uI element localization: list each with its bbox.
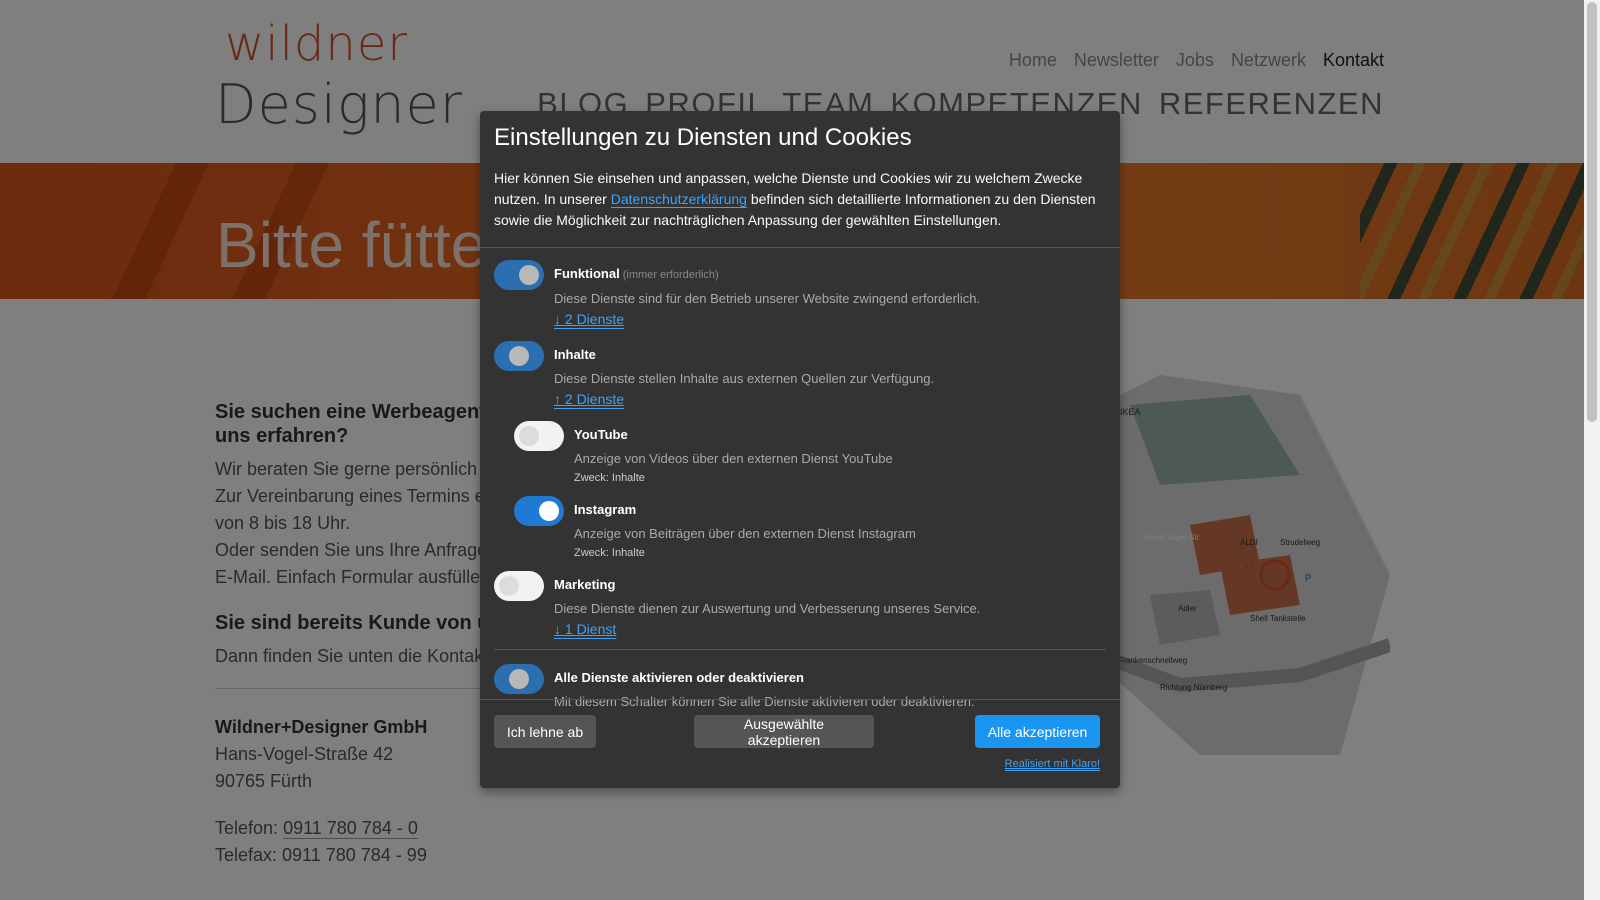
toggle-instagram[interactable] xyxy=(514,496,564,526)
modal-body: Funktional (immer erforderlich) Diese Die… xyxy=(480,248,1120,711)
modal-footer: Ich lehne ab Ausgewählte akzeptieren All… xyxy=(480,699,1120,788)
toggle-all-services[interactable] xyxy=(494,664,544,694)
divider xyxy=(494,649,1106,650)
purpose-description: Diese Dienste sind für den Betrieb unser… xyxy=(554,291,981,306)
service-youtube: YouTube Anzeige von Videos über den exte… xyxy=(514,421,1106,484)
service-description: Anzeige von Videos über den externen Die… xyxy=(574,451,893,466)
cookie-consent-modal: Einstellungen zu Diensten und Cookies Hi… xyxy=(480,111,1120,788)
purpose-title: Funktional (immer erforderlich) xyxy=(554,260,1106,284)
purpose-funktional: Funktional (immer erforderlich) Diese Die… xyxy=(494,260,1106,329)
purpose-description: Diese Dienste stellen Inhalte aus extern… xyxy=(554,371,935,386)
toggle-knob xyxy=(499,576,519,596)
scrollbar[interactable] xyxy=(1584,0,1600,900)
decline-button[interactable]: Ich lehne ab xyxy=(494,715,596,748)
toggle-all-title: Alle Dienste aktivieren oder deaktiviere… xyxy=(554,670,804,685)
purpose-description: Diese Dienste dienen zur Auswertung und … xyxy=(554,601,981,616)
powered-by-klaro-link[interactable]: Realisiert mit Klaro! xyxy=(1004,758,1100,771)
toggle-marketing[interactable] xyxy=(494,571,544,601)
toggle-knob xyxy=(519,265,539,285)
required-note: (immer erforderlich) xyxy=(622,269,719,281)
modal-header: Einstellungen zu Diensten und Cookies Hi… xyxy=(480,111,1120,248)
toggle-knob xyxy=(519,426,539,446)
privacy-policy-link[interactable]: Datenschutzerklärung xyxy=(610,191,747,208)
services-toggle-marketing[interactable]: ↓ 1 Dienst xyxy=(554,621,617,639)
service-purpose: Zweck: Inhalte xyxy=(574,547,645,559)
service-title: YouTube xyxy=(574,427,628,442)
services-toggle-inhalte[interactable]: ↑ 2 Dienste xyxy=(554,391,625,409)
scrollbar-thumb[interactable] xyxy=(1587,2,1597,422)
purpose-inhalte: Inhalte Diese Dienste stellen Inhalte au… xyxy=(494,341,1106,409)
toggle-knob xyxy=(509,669,529,689)
purpose-title-text: Funktional xyxy=(554,266,620,281)
service-description: Anzeige von Beiträgen über den externen … xyxy=(574,526,916,541)
service-title: Instagram xyxy=(574,502,637,517)
services-toggle-funktional[interactable]: ↓ 2 Dienste xyxy=(554,311,625,329)
purpose-title: Inhalte xyxy=(554,347,596,362)
accept-all-button[interactable]: Alle akzeptieren xyxy=(975,715,1100,748)
purpose-marketing: Marketing Diese Dienste dienen zur Auswe… xyxy=(494,571,1106,639)
accept-selected-button[interactable]: Ausgewählte akzeptieren xyxy=(694,715,874,748)
service-purpose: Zweck: Inhalte xyxy=(574,472,645,484)
toggle-inhalte[interactable] xyxy=(494,341,544,371)
toggle-youtube[interactable] xyxy=(514,421,564,451)
toggle-funktional[interactable] xyxy=(494,260,544,290)
modal-intro: Hier können Sie einsehen und anpassen, w… xyxy=(494,168,1106,231)
toggle-knob xyxy=(539,501,559,521)
purpose-title: Marketing xyxy=(554,577,616,592)
service-instagram: Instagram Anzeige von Beiträgen über den… xyxy=(514,496,1106,559)
modal-title: Einstellungen zu Diensten und Cookies xyxy=(494,124,912,151)
toggle-knob xyxy=(509,346,529,366)
